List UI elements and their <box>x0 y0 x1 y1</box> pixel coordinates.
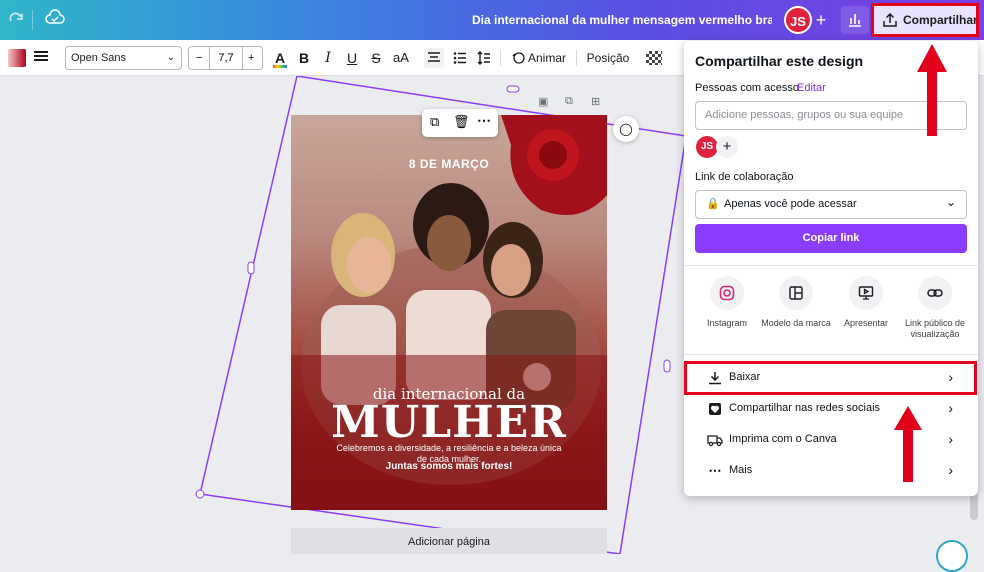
option-public-link[interactable]: Link público de visualização <box>900 276 970 340</box>
add-member-button[interactable]: + <box>716 136 738 158</box>
color-swatch-icon[interactable] <box>8 49 26 67</box>
copy-link-button[interactable]: Copiar link <box>695 224 967 253</box>
italic-button[interactable]: I <box>320 48 336 68</box>
lock-icon: 🔒 <box>706 198 720 210</box>
text-color-icon[interactable]: A <box>272 48 288 68</box>
trash-icon[interactable]: 🗑 <box>453 114 470 130</box>
heart-icon <box>707 401 723 417</box>
option-label: Instagram <box>706 318 748 328</box>
comment-icon[interactable]: ◯ <box>613 116 639 142</box>
toolbar-divider <box>500 50 501 66</box>
people-access-label: Pessoas com acesso <box>695 82 799 94</box>
highlight-box-download <box>684 361 977 395</box>
animate-label: Animar <box>528 51 567 65</box>
more-options-icon[interactable]: ⋯ <box>477 112 491 129</box>
chevron-right-icon: › <box>948 400 953 416</box>
poster-design[interactable]: 8 DE MARÇO dia internacional da MULHER C… <box>291 115 607 510</box>
share-panel-title: Compartilhar este design <box>695 53 864 69</box>
brand-template-icon <box>779 276 813 310</box>
option-present[interactable]: Apresentar <box>831 276 901 329</box>
add-collaborator-button[interactable]: + <box>810 8 832 32</box>
option-brand-template[interactable]: Modelo da marca <box>761 276 831 329</box>
divider <box>684 354 978 355</box>
redo-icon[interactable] <box>5 9 27 31</box>
link-icon <box>918 276 952 310</box>
chevron-down-icon: ⌄ <box>166 52 175 63</box>
more-row[interactable]: ⋯ Mais › <box>695 460 967 482</box>
add-page-button[interactable]: Adicionar página <box>291 528 607 554</box>
font-size-stepper[interactable]: − 7,7 + <box>188 46 263 70</box>
option-instagram[interactable]: Instagram <box>692 276 762 329</box>
element-toolbar: ⧉ 🗑 ⋯ <box>422 109 498 137</box>
font-family-value: Open Sans <box>71 52 127 64</box>
animate-icon <box>512 52 525 64</box>
option-label: Apresentar <box>843 318 889 328</box>
social-share-row[interactable]: Compartilhar nas redes sociais › <box>695 398 967 420</box>
toolbar-divider <box>32 10 33 30</box>
poster-title[interactable]: MULHER <box>291 397 607 448</box>
chevron-right-icon: › <box>948 431 953 447</box>
user-avatar[interactable]: JS <box>784 6 812 34</box>
print-row[interactable]: Imprima com o Canva › <box>695 429 967 451</box>
strikethrough-button[interactable]: S <box>368 48 384 68</box>
edit-access-link[interactable]: Editar <box>797 82 826 94</box>
present-icon <box>849 276 883 310</box>
arrow-up-share-annotation <box>917 44 947 136</box>
link-access-select[interactable]: 🔒 Apenas você pode acessar ⌄ <box>695 190 967 219</box>
underline-button[interactable]: U <box>344 48 360 68</box>
font-size-value[interactable]: 7,7 <box>210 47 242 69</box>
font-size-decrease-button[interactable]: − <box>196 47 202 69</box>
highlight-box-share <box>871 3 979 37</box>
poster-date[interactable]: 8 DE MARÇO <box>291 157 607 171</box>
add-page-icon[interactable]: ⊞ <box>591 95 600 108</box>
toolbar-divider <box>576 50 577 66</box>
top-bar: Dia internacional da mulher mensagem ver… <box>0 0 984 40</box>
line-spacing-icon[interactable] <box>474 48 494 68</box>
align-center-icon[interactable] <box>424 48 444 68</box>
print-label: Imprima com o Canva <box>729 433 837 445</box>
position-button[interactable]: Posição <box>584 48 632 68</box>
lock-page-icon[interactable]: ▣ <box>538 95 548 108</box>
social-share-label: Compartilhar nas redes sociais <box>729 402 881 414</box>
cloud-saved-icon[interactable] <box>44 9 66 31</box>
truck-icon <box>707 432 723 448</box>
instagram-icon <box>710 276 744 310</box>
option-label: Modelo da marca <box>761 318 831 328</box>
animate-button[interactable]: Animar <box>510 48 568 68</box>
chevron-down-icon: ⌄ <box>945 195 956 209</box>
letter-case-button[interactable]: aA <box>390 48 412 68</box>
line-weight-icon[interactable] <box>32 48 50 68</box>
duplicate-icon[interactable]: ⧉ <box>430 114 439 130</box>
transparency-icon[interactable] <box>646 51 662 65</box>
divider <box>684 265 978 266</box>
more-icon: ⋯ <box>708 463 722 478</box>
stepper-divider <box>242 46 243 70</box>
collab-link-label: Link de colaboração <box>695 171 794 183</box>
font-family-select[interactable]: Open Sans ⌄ <box>65 46 182 70</box>
page-actions: ▣ ⧉ ⊞ <box>538 95 608 109</box>
magic-assistant-icon[interactable] <box>936 540 968 572</box>
poster-cta[interactable]: Juntas somos mais fortes! <box>291 461 607 472</box>
member-avatar[interactable]: JS <box>696 136 718 158</box>
link-access-value: Apenas você pode acessar <box>724 198 857 210</box>
bold-button[interactable]: B <box>296 48 312 68</box>
arrow-up-download-annotation <box>894 406 922 482</box>
font-size-increase-button[interactable]: + <box>248 47 254 69</box>
chevron-right-icon: › <box>948 462 953 478</box>
list-icon[interactable] <box>450 48 470 68</box>
option-label: Link público de visualização <box>904 318 966 339</box>
insights-button[interactable] <box>841 6 869 34</box>
document-title[interactable]: Dia internacional da mulher mensagem ver… <box>472 13 772 27</box>
more-label: Mais <box>729 464 753 476</box>
duplicate-page-icon[interactable]: ⧉ <box>565 95 573 108</box>
